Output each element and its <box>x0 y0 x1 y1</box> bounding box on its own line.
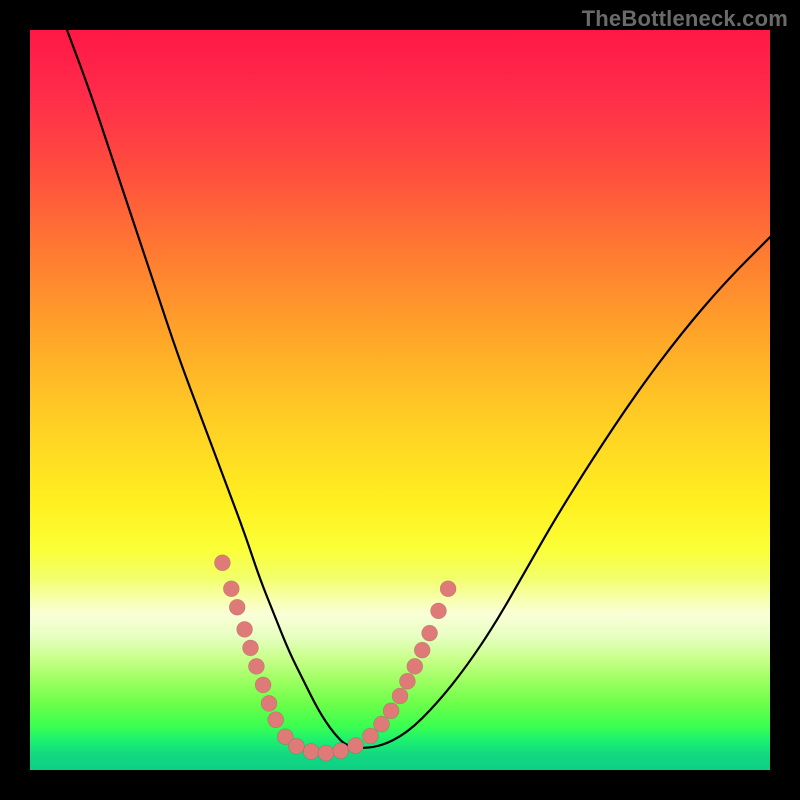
curve-bead <box>243 640 259 656</box>
curve-bead <box>422 625 438 641</box>
curve-bead <box>261 695 277 711</box>
curve-bead <box>255 677 271 693</box>
watermark-text: TheBottleneck.com <box>582 6 788 32</box>
curve-bead <box>407 658 423 674</box>
curve-bead <box>392 688 408 704</box>
curve-bead <box>223 581 239 597</box>
curve-layer <box>30 30 770 770</box>
curve-bead <box>431 603 447 619</box>
curve-bead <box>268 712 284 728</box>
plot-area <box>30 30 770 770</box>
curve-bead <box>374 716 390 732</box>
curve-bead <box>414 642 430 658</box>
curve-bead <box>214 555 230 571</box>
curve-beads-group <box>214 555 456 761</box>
curve-bead <box>440 581 456 597</box>
curve-bead <box>362 728 378 744</box>
curve-bead <box>333 743 349 759</box>
chart-frame: TheBottleneck.com <box>0 0 800 800</box>
curve-bead <box>237 621 253 637</box>
curve-bead <box>229 599 245 615</box>
bottleneck-curve <box>67 30 770 748</box>
curve-bead <box>288 738 304 754</box>
curve-bead <box>383 703 399 719</box>
curve-bead <box>248 658 264 674</box>
curve-bead <box>399 673 415 689</box>
curve-bead <box>303 744 319 760</box>
curve-bead <box>348 738 364 754</box>
curve-bead <box>318 745 334 761</box>
